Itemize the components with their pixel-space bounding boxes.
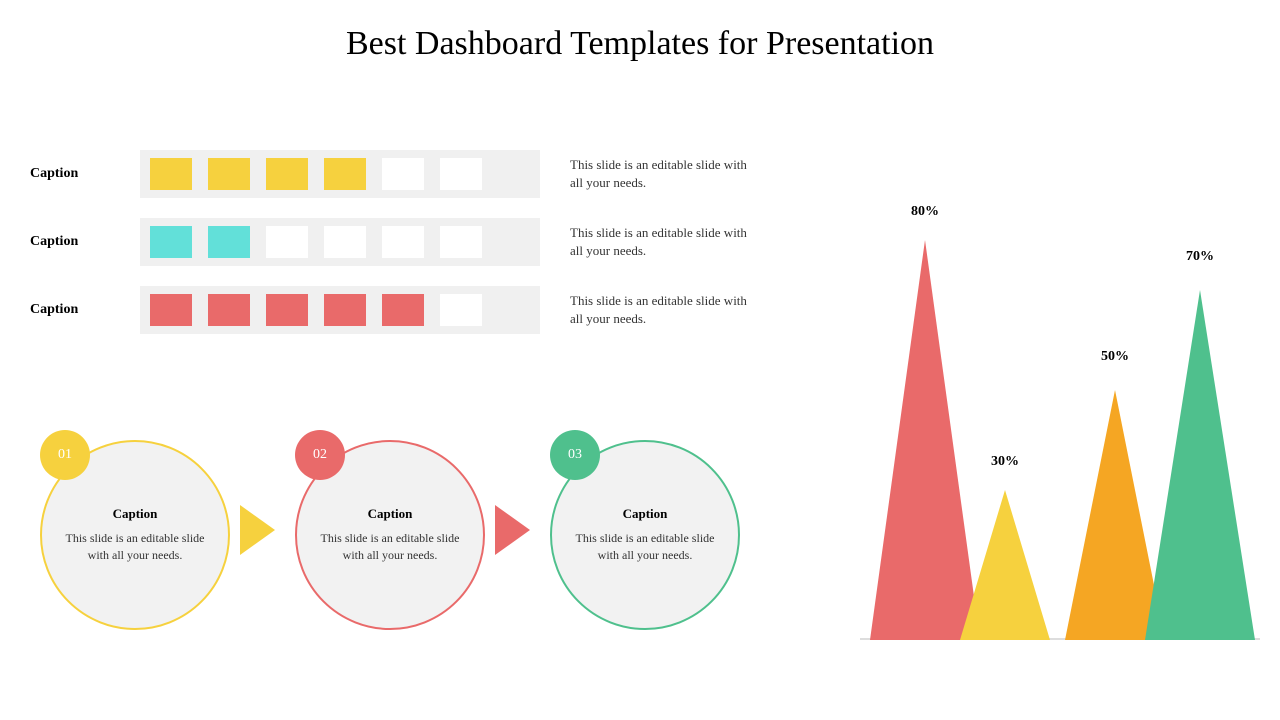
rating-row: Caption This slide is an editable slide … xyxy=(30,150,800,198)
cone-label: 80% xyxy=(895,204,955,220)
rating-cell-filled xyxy=(208,294,250,326)
rating-cell-empty xyxy=(382,226,424,258)
rating-cell-filled xyxy=(324,294,366,326)
rating-desc: This slide is an editable slide with all… xyxy=(570,224,750,260)
rating-cell-filled xyxy=(324,158,366,190)
rating-cell-filled xyxy=(382,294,424,326)
circle-desc: This slide is an editable slide with all… xyxy=(572,530,718,564)
rating-label: Caption xyxy=(30,234,140,250)
rating-bar xyxy=(140,286,540,334)
cone-label: 30% xyxy=(975,454,1035,470)
rating-desc: This slide is an editable slide with all… xyxy=(570,292,750,328)
rating-cell-empty xyxy=(324,226,366,258)
rating-cell-filled xyxy=(208,226,250,258)
cone-yellow xyxy=(960,490,1050,640)
rating-cell-filled xyxy=(266,158,308,190)
cone-chart: 80% 30% 50% 70% xyxy=(860,150,1260,640)
circles-section: Caption This slide is an editable slide … xyxy=(30,430,740,630)
rating-cell-filled xyxy=(208,158,250,190)
rating-row: Caption This slide is an editable slide … xyxy=(30,286,800,334)
rating-cell-empty xyxy=(440,226,482,258)
rating-bar xyxy=(140,218,540,266)
rating-cell-filled xyxy=(150,294,192,326)
ratings-section: Caption This slide is an editable slide … xyxy=(30,150,800,354)
rating-cell-empty xyxy=(266,226,308,258)
circle-caption: Caption xyxy=(623,506,668,522)
circle-desc: This slide is an editable slide with all… xyxy=(62,530,208,564)
rating-label: Caption xyxy=(30,166,140,182)
rating-cell-empty xyxy=(382,158,424,190)
cone-label: 70% xyxy=(1170,249,1230,265)
rating-bar xyxy=(140,150,540,198)
rating-cell-filled xyxy=(150,226,192,258)
circle-item: Caption This slide is an editable slide … xyxy=(540,430,740,630)
rating-cell-empty xyxy=(440,294,482,326)
circle-badge: 01 xyxy=(40,430,90,480)
circle-badge: 02 xyxy=(295,430,345,480)
rating-desc: This slide is an editable slide with all… xyxy=(570,156,750,192)
rating-cell-empty xyxy=(440,158,482,190)
rating-label: Caption xyxy=(30,302,140,318)
circle-desc: This slide is an editable slide with all… xyxy=(317,530,463,564)
cone-label: 50% xyxy=(1085,349,1145,365)
cone-green xyxy=(1145,290,1255,640)
rating-cell-filled xyxy=(266,294,308,326)
rating-row: Caption This slide is an editable slide … xyxy=(30,218,800,266)
circle-badge: 03 xyxy=(550,430,600,480)
arrow-icon xyxy=(240,505,275,555)
rating-cell-filled xyxy=(150,158,192,190)
arrow-icon xyxy=(495,505,530,555)
circle-item: Caption This slide is an editable slide … xyxy=(30,430,230,630)
page-title: Best Dashboard Templates for Presentatio… xyxy=(0,0,1280,63)
circle-item: Caption This slide is an editable slide … xyxy=(285,430,485,630)
circle-caption: Caption xyxy=(368,506,413,522)
circle-caption: Caption xyxy=(113,506,158,522)
